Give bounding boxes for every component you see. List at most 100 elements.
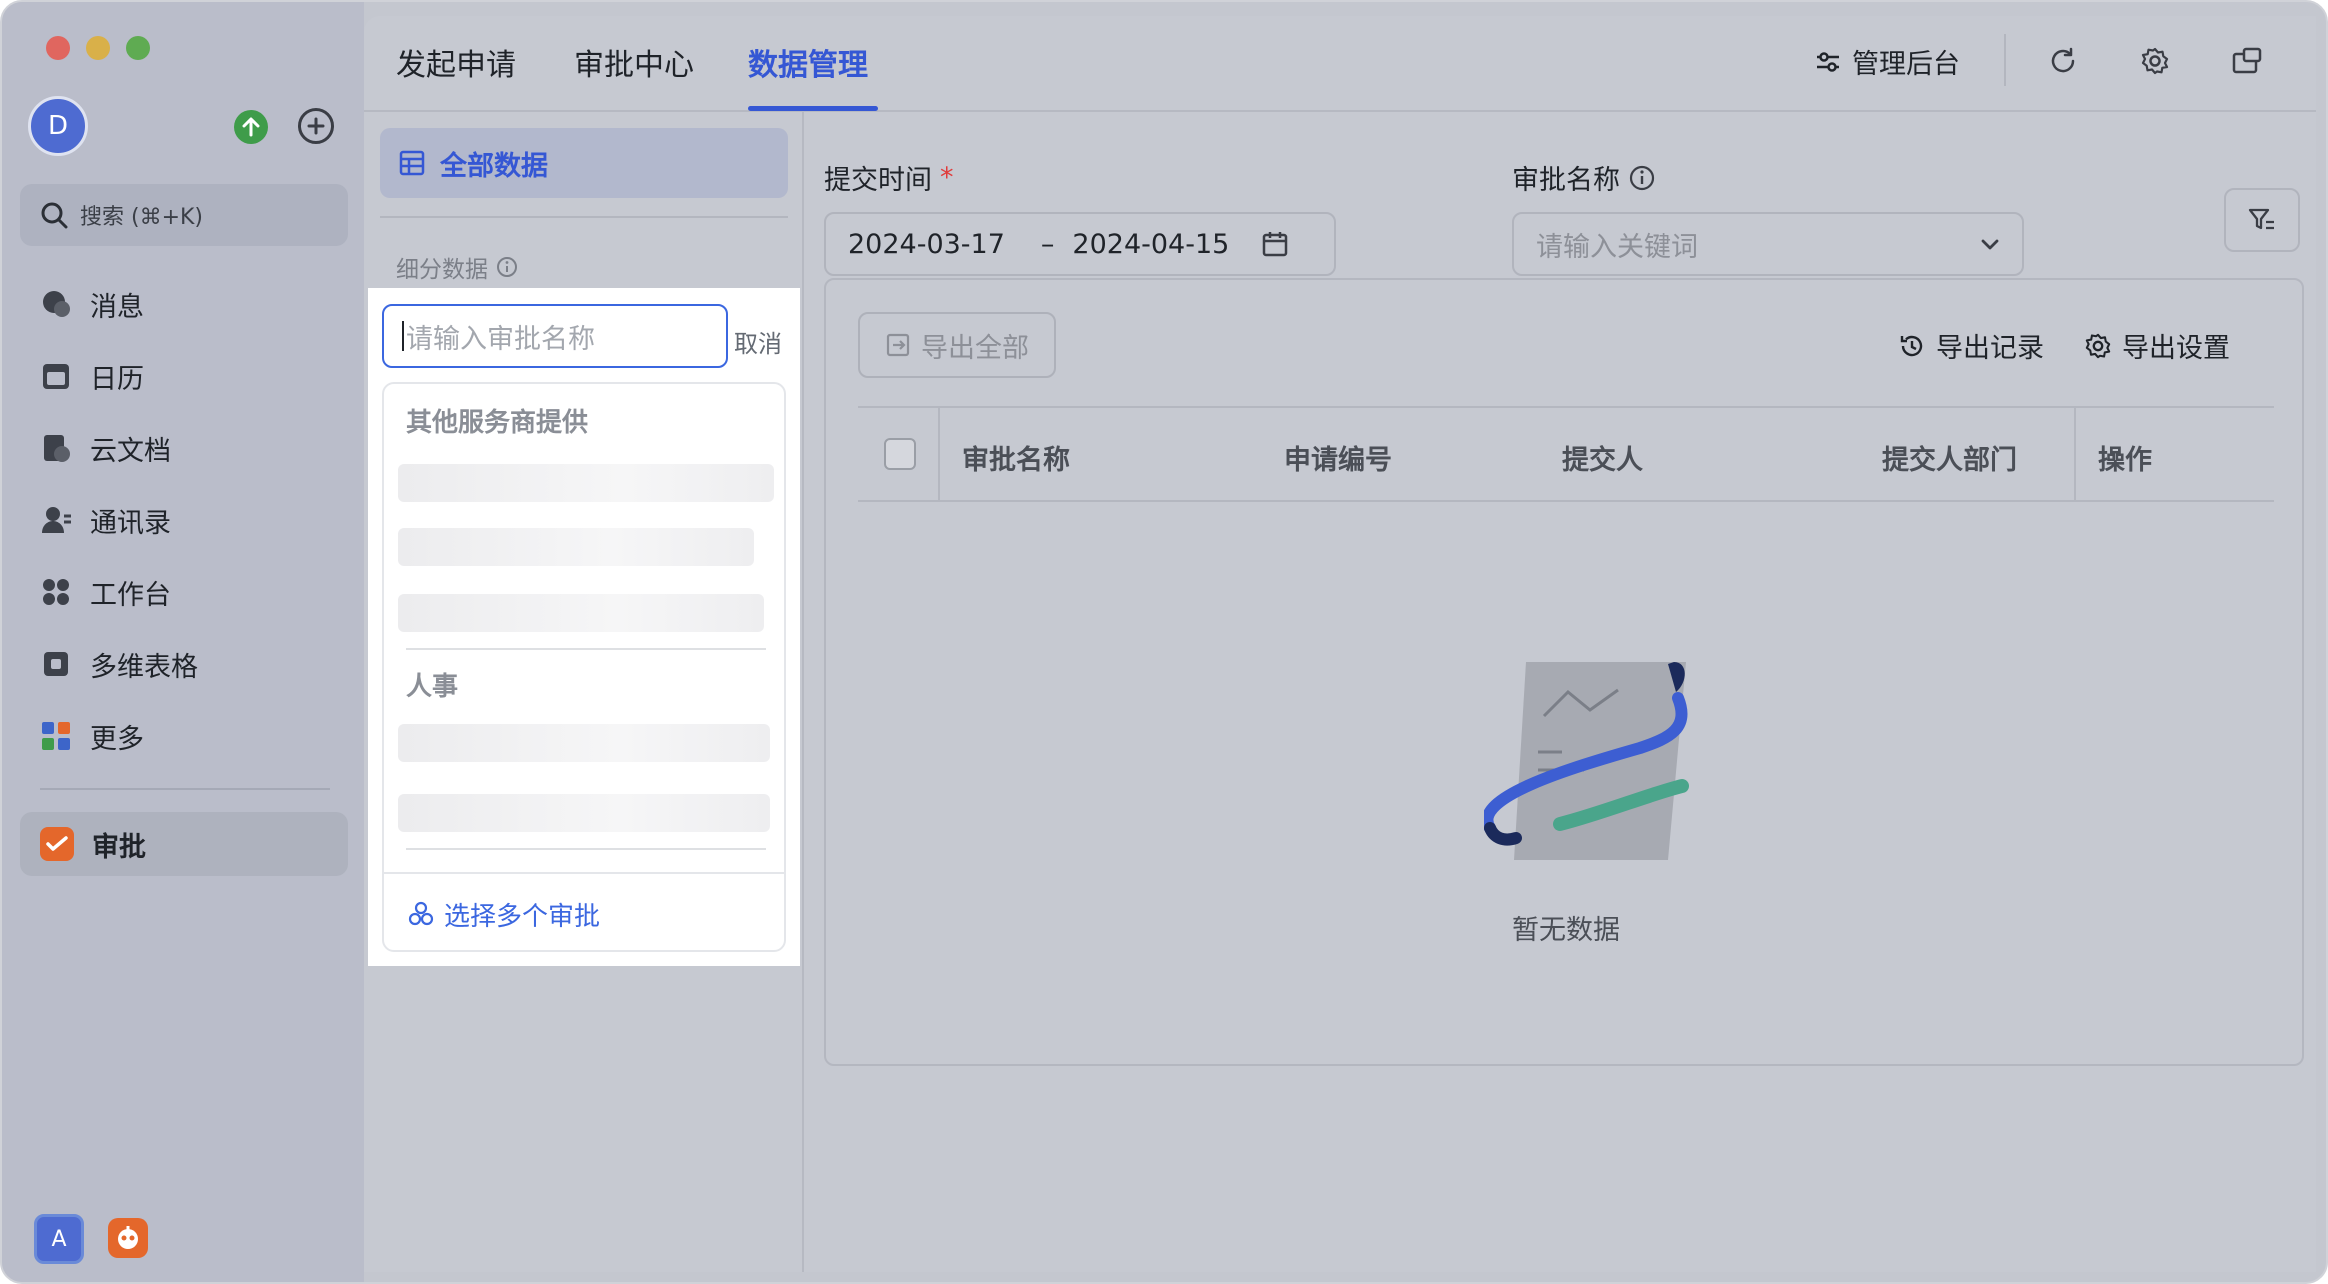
data-table-card: 导出全部 导出记录 导出设置 审批名称 申请编号 提交人 提交人部门 操作 暂无… (824, 278, 2304, 1066)
column-header-submitter-dept[interactable]: 提交人部门 (1882, 438, 2017, 477)
open-window-button[interactable] (2230, 44, 2264, 78)
sidebar-item-label: 多维表格 (90, 651, 198, 683)
sidebar-item-label: 工作台 (90, 579, 171, 611)
new-window-icon (2232, 47, 2262, 74)
sidebar-item-calendar[interactable]: 日历 (20, 340, 348, 412)
base-icon (40, 648, 72, 680)
approval-dropdown-list: 其他服务商提供 人事 选择多个审批 (382, 382, 786, 952)
empty-state-illustration (1484, 662, 1689, 860)
tab-approval-center[interactable]: 审批中心 (574, 40, 694, 84)
sidebar-item-label: 日历 (90, 363, 144, 395)
advanced-filter-button[interactable] (2224, 188, 2300, 252)
approval-name-search-input[interactable]: 请输入审批名称 (382, 304, 728, 368)
group-title: 人事 (406, 672, 459, 702)
multi-select-icon (408, 901, 434, 926)
sidebar-item-label: 通讯录 (90, 507, 171, 539)
sliders-icon (1817, 51, 1839, 72)
search-box[interactable]: 搜索 (⌘+K) (20, 184, 348, 246)
close-window-button[interactable] (46, 36, 70, 60)
sidebar-item-label: 审批 (92, 831, 146, 863)
refresh-button[interactable] (2046, 44, 2080, 78)
column-header-approval-name[interactable]: 审批名称 (962, 438, 1070, 477)
date-end[interactable]: 2024-04-15 (1072, 229, 1229, 260)
sidebar-item-approval[interactable]: 审批 (20, 812, 348, 876)
submit-time-label: 提交时间 * (824, 158, 954, 197)
column-header-request-id[interactable]: 申请编号 (1284, 438, 1392, 477)
list-item-loading[interactable] (398, 594, 764, 632)
gear-icon (2141, 47, 2169, 75)
create-button[interactable] (298, 108, 334, 144)
avatar[interactable]: D (28, 96, 88, 156)
select-all-checkbox[interactable] (884, 438, 916, 470)
group-title: 其他服务商提供 (406, 408, 589, 438)
sub-data-label: 细分数据 (396, 257, 488, 283)
calendar-icon[interactable] (1261, 230, 1289, 258)
table-header: 审批名称 申请编号 提交人 提交人部门 操作 (858, 406, 2274, 502)
approval-icon (40, 827, 74, 861)
approval-name-search-placeholder: 请输入审批名称 (406, 323, 595, 355)
search-icon (41, 202, 68, 229)
required-mark: * (940, 162, 954, 193)
settings-button[interactable] (2138, 44, 2172, 78)
search-placeholder: 搜索 (⌘+K) (80, 205, 204, 230)
minimize-window-button[interactable] (86, 36, 110, 60)
active-tab-indicator (748, 106, 878, 111)
sidebar-item-docs[interactable]: 云文档 (20, 412, 348, 484)
top-tab-bar: 发起申请 审批中心 数据管理 管理后台 (364, 16, 2316, 112)
toolbar-divider (2004, 34, 2006, 86)
admin-console-button[interactable]: 管理后台 (1814, 42, 1960, 81)
approval-name-select[interactable]: 请输入关键词 (1512, 212, 2024, 276)
column-header-submitter[interactable]: 提交人 (1562, 438, 1643, 477)
export-all-button[interactable]: 导出全部 (858, 312, 1056, 378)
refresh-icon (2051, 47, 2075, 73)
gear-icon (2085, 333, 2111, 358)
plus-icon (307, 117, 325, 135)
text-cursor (402, 321, 404, 351)
group-divider (406, 648, 766, 650)
approval-name-filter-label: 审批名称 (1512, 158, 1656, 197)
approval-name-select-placeholder: 请输入关键词 (1536, 231, 1698, 263)
list-item-loading[interactable] (398, 794, 770, 832)
sub-data-heading: 细分数据 (396, 250, 518, 284)
calendar-icon (40, 360, 72, 392)
sidebar-item-contacts[interactable]: 通讯录 (20, 484, 348, 556)
date-start[interactable]: 2024-03-17 (848, 229, 1005, 260)
account-switch-button[interactable]: A (34, 1214, 84, 1264)
approval-search-popover: 请输入审批名称 取消 其他服务商提供 人事 选择多个审批 (368, 288, 800, 966)
all-data-label: 全部数据 (440, 150, 548, 182)
submit-time-text: 提交时间 (824, 165, 932, 196)
export-records-button[interactable]: 导出记录 (1898, 326, 2044, 365)
sidebar-item-workplace[interactable]: 工作台 (20, 556, 348, 628)
sidebar-item-base[interactable]: 多维表格 (20, 628, 348, 700)
tab-data-management[interactable]: 数据管理 (748, 40, 868, 84)
group-divider (406, 848, 766, 850)
date-separator: – (1040, 228, 1055, 260)
sidebar-item-label: 云文档 (90, 435, 171, 467)
list-item-loading[interactable] (398, 528, 754, 566)
sidebar-divider (40, 788, 330, 790)
workplace-icon (40, 576, 72, 608)
info-icon[interactable] (496, 256, 518, 278)
list-item-loading[interactable] (398, 464, 774, 502)
column-divider (938, 408, 940, 502)
export-settings-label: 导出设置 (2122, 333, 2230, 364)
sidebar-item-label: 消息 (90, 291, 144, 323)
assistant-bot-button[interactable] (108, 1218, 148, 1258)
upgrade-button[interactable] (234, 110, 268, 144)
export-icon (886, 333, 910, 357)
export-settings-button[interactable]: 导出设置 (2084, 326, 2230, 365)
date-range-picker[interactable]: 2024-03-17 – 2024-04-15 (824, 212, 1336, 276)
maximize-window-button[interactable] (126, 36, 150, 60)
sidebar-item-more[interactable]: 更多 (20, 700, 348, 772)
info-icon[interactable] (1628, 164, 1656, 192)
cancel-button[interactable]: 取消 (734, 324, 782, 359)
all-data-item[interactable]: 全部数据 (380, 128, 788, 198)
select-multiple-label: 选择多个审批 (444, 901, 601, 932)
select-multiple-approvals-button[interactable]: 选择多个审批 (384, 872, 784, 950)
list-item-loading[interactable] (398, 724, 770, 762)
tab-submit-request[interactable]: 发起申请 (396, 40, 516, 84)
sidebar-nav: 消息 日历 云文档 通讯录 工作台 多维表格 更多 (20, 268, 348, 772)
sidebar: D 搜索 (⌘+K) 消息 日历 云文档 通讯录 工作台 多维表格 更多 审批 … (2, 2, 364, 1282)
export-all-label: 导出全部 (921, 332, 1029, 364)
sidebar-item-messages[interactable]: 消息 (20, 268, 348, 340)
